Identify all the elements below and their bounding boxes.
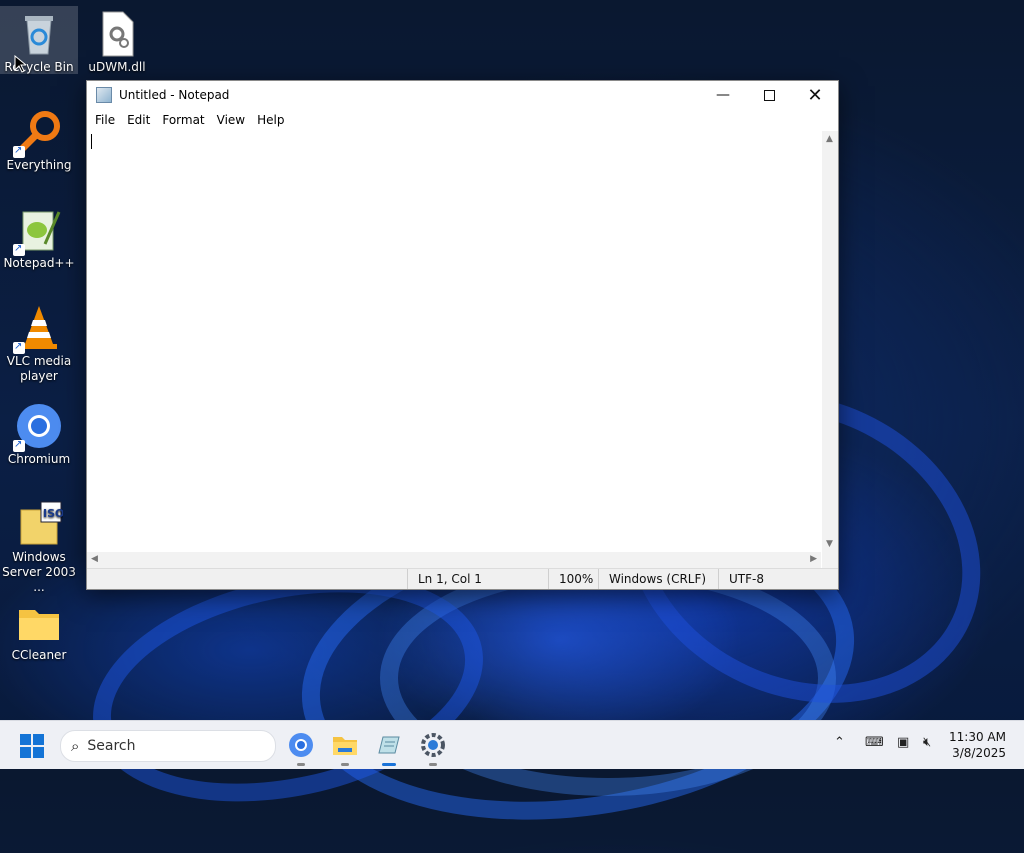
text-editor[interactable]: [87, 131, 821, 552]
desktop-icon-label: CCleaner: [11, 648, 67, 662]
scrollbar-corner: [822, 552, 838, 568]
keyboard-icon[interactable]: ⌨: [865, 735, 884, 750]
taskbar-settings[interactable]: [417, 729, 449, 766]
minimize-button[interactable]: —: [700, 81, 746, 109]
text-caret: [91, 134, 92, 149]
notepad-icon: [378, 736, 400, 754]
notepad-app-icon: [96, 87, 112, 103]
close-icon: ✕: [807, 84, 823, 106]
scroll-right-arrow-icon[interactable]: ▶: [810, 554, 817, 564]
clock-time: 11:30 AM: [949, 730, 1006, 744]
menu-edit[interactable]: Edit: [121, 113, 156, 127]
notepad-window[interactable]: Untitled - Notepad — ✕ File Edit Format …: [86, 80, 839, 590]
taskbar: ⌕ Search ⌃ ⌨ ▣ 🔇︎ 11:30 AM 3/8/2025: [0, 720, 1024, 769]
menu-format[interactable]: Format: [156, 113, 210, 127]
recycle-bin-icon: [15, 10, 63, 58]
desktop-icon-everything[interactable]: Everything: [0, 104, 78, 173]
taskbar-notepad[interactable]: [373, 729, 405, 766]
chromium-icon: [289, 733, 313, 757]
chromium-icon: [13, 402, 63, 452]
menu-view[interactable]: View: [211, 113, 251, 127]
system-clock[interactable]: 11:30 AM 3/8/2025: [949, 729, 1006, 761]
network-icon[interactable]: ▣: [897, 735, 909, 750]
search-icon: ⌕: [71, 737, 80, 755]
desktop-icon-label: Recycle Bin: [4, 60, 74, 74]
chevron-up-icon[interactable]: ⌃: [834, 735, 845, 750]
menu-help[interactable]: Help: [251, 113, 290, 127]
scroll-left-arrow-icon[interactable]: ◀: [91, 554, 98, 564]
desktop-icon-label: uDWM.dll: [88, 60, 146, 74]
taskbar-chromium[interactable]: [285, 729, 317, 766]
volume-muted-icon[interactable]: 🔇︎: [923, 735, 931, 750]
mouse-cursor-icon: [14, 55, 26, 73]
notepad-plus-plus-icon: [13, 206, 63, 256]
window-title: Untitled - Notepad: [119, 88, 230, 102]
desktop-icon-ccleaner[interactable]: CCleaner: [0, 594, 78, 663]
gear-icon: [421, 733, 445, 757]
scroll-down-arrow-icon[interactable]: ▼: [826, 539, 833, 549]
desktop-icon-iso[interactable]: ISO Windows Server 2003 ...: [0, 496, 78, 595]
vertical-scrollbar[interactable]: ▲ ▼: [822, 131, 838, 552]
everything-search-icon: [13, 108, 63, 158]
vlc-cone-icon: [13, 304, 63, 354]
desktop-icon-label: Chromium: [7, 452, 71, 466]
horizontal-scrollbar[interactable]: ◀ ▶: [87, 552, 821, 568]
scroll-up-arrow-icon[interactable]: ▲: [826, 134, 833, 144]
search-placeholder: Search: [87, 738, 136, 754]
status-spacer: [87, 569, 407, 589]
folder-icon: [15, 598, 63, 646]
dll-file-icon: [93, 10, 141, 58]
desktop-icon-label: Windows Server 2003 ...: [2, 550, 76, 594]
desktop-icon-label: Notepad++: [3, 256, 75, 270]
desktop-icon-label: Everything: [6, 158, 72, 172]
start-button[interactable]: [20, 734, 44, 758]
desktop-icon-notepad-plus-plus[interactable]: Notepad++: [0, 202, 78, 271]
minimize-icon: —: [716, 87, 730, 103]
title-bar[interactable]: Untitled - Notepad — ✕: [87, 81, 838, 109]
svg-text:ISO: ISO: [43, 507, 63, 520]
desktop-icon-label: VLC media player: [6, 354, 72, 383]
taskbar-file-explorer[interactable]: [329, 729, 361, 766]
maximize-button[interactable]: [746, 81, 792, 109]
desktop-icon-udwm-dll[interactable]: uDWM.dll: [78, 6, 156, 75]
windows-logo-icon: [20, 734, 31, 745]
status-position: Ln 1, Col 1: [407, 569, 548, 589]
menu-file[interactable]: File: [89, 113, 121, 127]
desktop-icon-recycle-bin[interactable]: Recycle Bin: [0, 6, 78, 74]
desktop-icon-chromium[interactable]: Chromium: [0, 398, 78, 467]
maximize-icon: [763, 89, 775, 101]
clock-date: 3/8/2025: [952, 746, 1006, 760]
close-button[interactable]: ✕: [792, 81, 838, 109]
iso-file-icon: ISO: [15, 500, 64, 548]
status-bar: Ln 1, Col 1 100% Windows (CRLF) UTF-8: [87, 568, 838, 589]
status-zoom: 100%: [548, 569, 598, 589]
taskbar-search-box[interactable]: ⌕ Search: [60, 730, 276, 762]
desktop-icon-vlc[interactable]: VLC media player: [0, 300, 78, 384]
folder-icon: [333, 737, 357, 755]
menu-bar: File Edit Format View Help: [87, 109, 838, 131]
status-encoding: UTF-8: [718, 569, 836, 589]
status-line-ending: Windows (CRLF): [598, 569, 718, 589]
